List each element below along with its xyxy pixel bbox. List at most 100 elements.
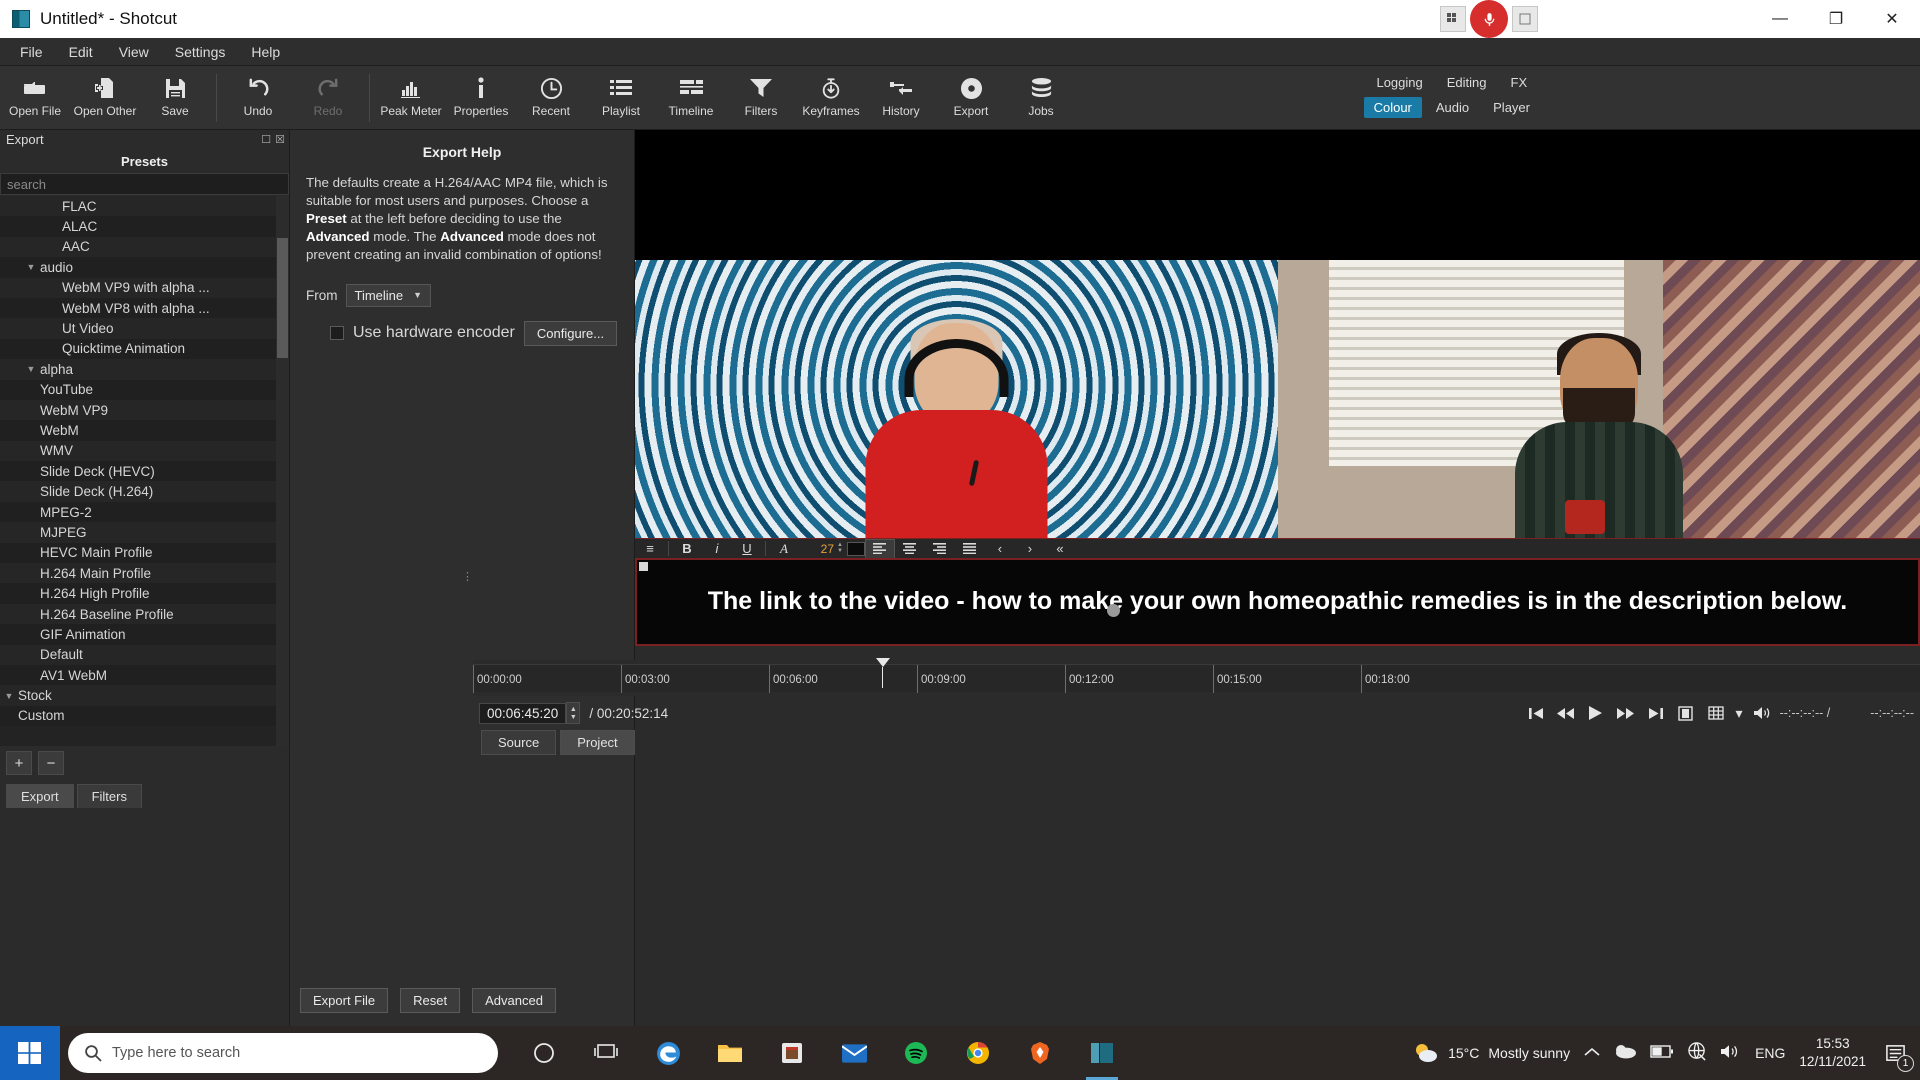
preset-tree[interactable]: FLAC ALAC AAC ▼ audio WebM VP9 with alpha ...…: [0, 196, 289, 746]
fast-forward-icon[interactable]: [1613, 700, 1639, 726]
brave-icon[interactable]: [1012, 1026, 1068, 1080]
stop-icon[interactable]: [1673, 700, 1699, 726]
toolbar-open-file[interactable]: Open File: [0, 70, 70, 118]
player-ruler[interactable]: 00:00:00 00:03:00 00:06:00 00:09:00 00:12:00…: [473, 664, 1920, 693]
toolbar-peak-meter[interactable]: Peak Meter: [376, 70, 446, 118]
text-prev-icon[interactable]: ‹: [985, 539, 1015, 559]
preset-item[interactable]: ▼ alpha: [0, 359, 289, 380]
tab-project[interactable]: Project: [560, 730, 635, 755]
edge-icon[interactable]: [640, 1026, 696, 1080]
cortana-icon[interactable]: [516, 1026, 572, 1080]
layout-audio[interactable]: Audio: [1426, 97, 1479, 118]
task-view-icon[interactable]: [578, 1026, 634, 1080]
preset-item[interactable]: YouTube: [0, 379, 289, 400]
skip-to-end-icon[interactable]: [1643, 700, 1669, 726]
reset-button[interactable]: Reset: [400, 987, 461, 1013]
preset-item[interactable]: H.264 Main Profile: [0, 563, 289, 584]
network-offline-icon[interactable]: [1688, 1042, 1707, 1064]
preset-item[interactable]: Slide Deck (HEVC): [0, 461, 289, 482]
chrome-icon[interactable]: [950, 1026, 1006, 1080]
menu-view[interactable]: View: [107, 40, 161, 64]
grid-caret-icon[interactable]: ▾: [1733, 700, 1746, 726]
toolbar-properties[interactable]: Properties: [446, 70, 516, 118]
tab-source[interactable]: Source: [481, 730, 557, 755]
tray-expand-icon[interactable]: [1584, 1045, 1600, 1061]
start-button[interactable]: [0, 1026, 60, 1080]
align-justify-icon[interactable]: [955, 539, 985, 559]
caption-resize-handle[interactable]: [639, 562, 648, 571]
play-icon[interactable]: [1583, 700, 1609, 726]
italic-button[interactable]: i: [702, 539, 732, 559]
configure-button[interactable]: Configure...: [523, 320, 618, 346]
preset-item[interactable]: Ut Video: [0, 318, 289, 339]
volume-tray-icon[interactable]: [1721, 1044, 1741, 1062]
preset-item[interactable]: MPEG-2: [0, 501, 289, 523]
toolbar-save[interactable]: Save: [140, 70, 210, 118]
font-size-input[interactable]: 27: [799, 542, 837, 556]
grid-icon[interactable]: [1703, 700, 1729, 726]
advanced-button[interactable]: Advanced: [472, 987, 556, 1013]
font-button[interactable]: A: [769, 539, 799, 559]
text-color-swatch[interactable]: [846, 541, 865, 556]
shotcut-icon[interactable]: [1074, 1026, 1130, 1080]
add-preset-button[interactable]: +: [6, 751, 32, 775]
notification-center-icon[interactable]: 1: [1880, 1036, 1914, 1072]
player-scrub-area[interactable]: 00:00:00 00:03:00 00:06:00 00:09:00 00:12:00…: [473, 658, 1920, 696]
layout-fx[interactable]: FX: [1501, 72, 1538, 93]
align-left-icon[interactable]: [864, 538, 895, 559]
video-preview-area[interactable]: ≡ B i U A 27 ▲ ▼ ‹ › « The link to the v…: [473, 130, 1920, 755]
align-center-icon[interactable]: [895, 539, 925, 559]
preset-item[interactable]: AAC: [0, 236, 289, 258]
preset-item[interactable]: WebM VP9: [0, 399, 289, 421]
underline-button[interactable]: U: [732, 539, 762, 559]
remove-preset-button[interactable]: −: [38, 751, 64, 775]
preset-item[interactable]: MJPEG: [0, 522, 289, 543]
text-rewind-icon[interactable]: «: [1045, 539, 1075, 559]
use-hardware-encoder-checkbox[interactable]: [330, 326, 344, 341]
microphone-record-icon[interactable]: [1470, 0, 1508, 38]
preset-scrollbar-thumb[interactable]: [277, 238, 288, 358]
layout-colour[interactable]: Colour: [1363, 97, 1422, 118]
recorder-grid-icon[interactable]: [1440, 6, 1466, 32]
preset-search-input[interactable]: search: [0, 173, 289, 195]
tab-export[interactable]: Export: [6, 784, 74, 808]
menu-edit[interactable]: Edit: [57, 40, 105, 64]
preset-item[interactable]: FLAC: [0, 196, 289, 217]
language-indicator[interactable]: ENG: [1755, 1045, 1785, 1061]
layout-player[interactable]: Player: [1483, 97, 1540, 118]
toolbar-filters[interactable]: Filters: [726, 70, 796, 118]
preset-twisty-icon[interactable]: ▼: [0, 691, 18, 701]
preset-scrollbar[interactable]: [276, 196, 289, 746]
rewind-icon[interactable]: [1553, 700, 1579, 726]
text-next-icon[interactable]: ›: [1015, 539, 1045, 559]
weather-widget[interactable]: 15°C Mostly sunny: [1413, 1042, 1570, 1064]
taskbar-search[interactable]: Type here to search: [68, 1033, 498, 1073]
toolbar-recent[interactable]: Recent: [516, 70, 586, 118]
spotify-icon[interactable]: [888, 1026, 944, 1080]
preset-twisty-icon[interactable]: ▼: [22, 364, 40, 374]
tab-filters[interactable]: Filters: [76, 784, 142, 808]
preset-item[interactable]: GIF Animation: [0, 624, 289, 645]
preset-item[interactable]: Custom: [0, 705, 289, 727]
battery-icon[interactable]: [1650, 1045, 1674, 1061]
skip-to-start-icon[interactable]: [1523, 700, 1549, 726]
minimize-button[interactable]: —: [1752, 0, 1808, 38]
menu-settings[interactable]: Settings: [163, 40, 238, 64]
toolbar-timeline[interactable]: Timeline: [656, 70, 726, 118]
preset-item[interactable]: HEVC Main Profile: [0, 542, 289, 564]
caption-overlay-box[interactable]: The link to the video - how to make your…: [635, 558, 1920, 646]
from-dropdown[interactable]: Timeline ▼: [345, 283, 432, 307]
align-right-icon[interactable]: [925, 539, 955, 559]
menu-file[interactable]: File: [8, 40, 55, 64]
text-menu-icon[interactable]: ≡: [635, 539, 665, 559]
recorder-more-icon[interactable]: [1512, 6, 1538, 32]
maximize-button[interactable]: ❐: [1808, 0, 1864, 38]
preset-item[interactable]: WebM VP9 with alpha ...: [0, 277, 289, 298]
preset-twisty-icon[interactable]: ▼: [22, 262, 40, 272]
float-icon[interactable]: ☐: [261, 133, 271, 146]
layout-editing[interactable]: Editing: [1437, 72, 1497, 93]
toolbar-redo[interactable]: Redo: [293, 70, 363, 118]
layout-logging[interactable]: Logging: [1366, 72, 1432, 93]
store-icon[interactable]: [764, 1026, 820, 1080]
toolbar-export[interactable]: Export: [936, 70, 1006, 118]
